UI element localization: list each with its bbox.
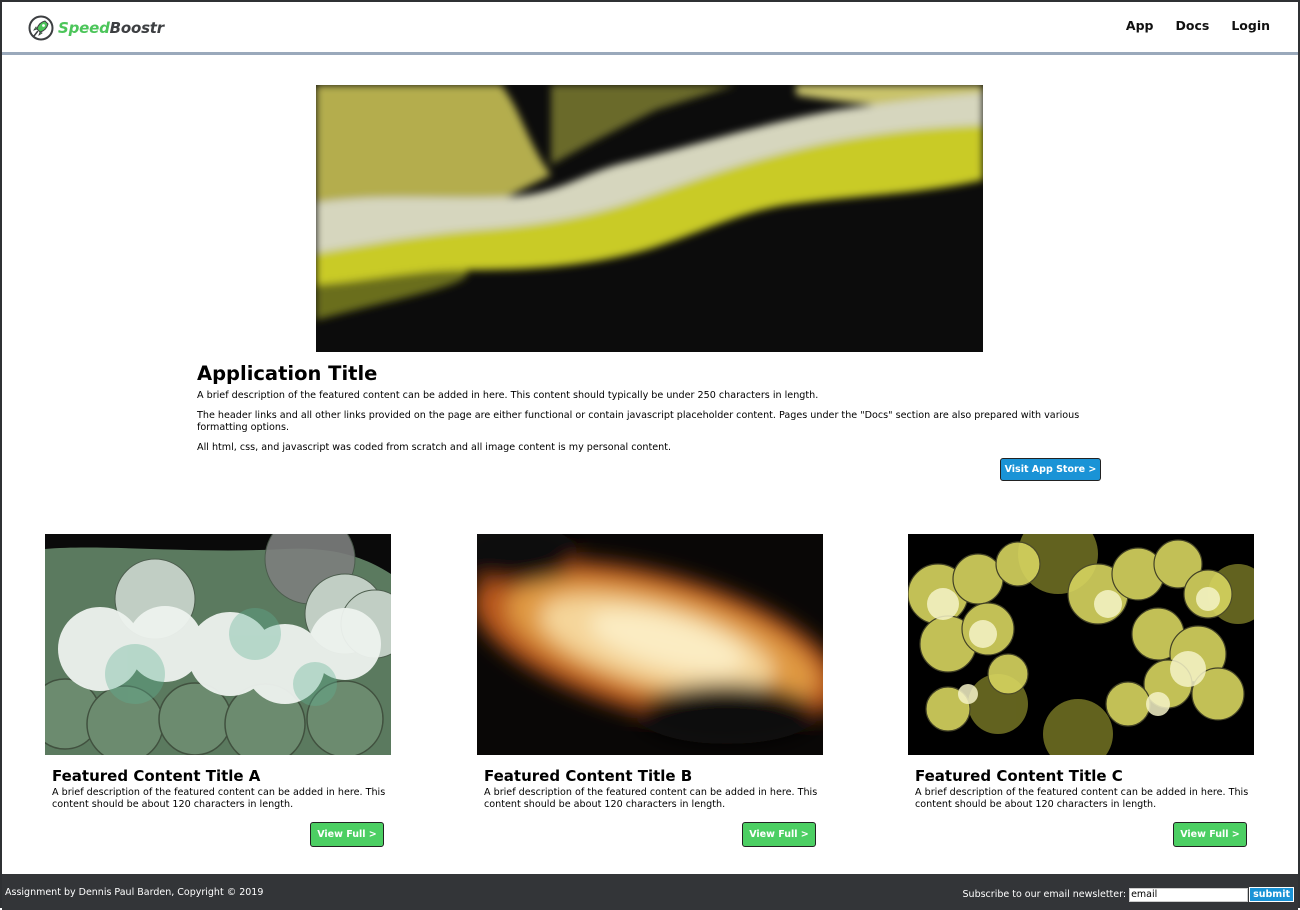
submit-button[interactable]: submit [1249, 887, 1294, 902]
view-full-button-a[interactable]: View Full > [310, 822, 384, 847]
feature-image-c [908, 534, 1254, 755]
feature-image-a [45, 534, 391, 755]
feature-card-b: Featured Content Title B A brief descrip… [477, 534, 823, 847]
feature-card-c: Featured Content Title C A brief descrip… [908, 534, 1254, 847]
hero-description-1: A brief description of the featured cont… [197, 390, 819, 401]
feature-card-a: Featured Content Title A A brief descrip… [45, 534, 391, 847]
feature-title-b: Featured Content Title B [484, 767, 693, 785]
page-title: Application Title [197, 362, 378, 385]
logo[interactable]: SpeedBoostr [28, 14, 164, 42]
rocket-icon [28, 15, 54, 41]
page: SpeedBoostr App Docs Login Application T… [2, 2, 1298, 910]
brand-name: SpeedBoostr [58, 19, 164, 37]
hero-description-2: The header links and all other links pro… [197, 410, 1080, 433]
main-nav: App Docs Login [1104, 18, 1270, 33]
hero-content: Application Title A brief description of… [197, 362, 1102, 462]
brand-name-part2: Boostr [109, 19, 165, 37]
hero-description-3: All html, css, and javascript was coded … [197, 442, 672, 453]
feature-title-c: Featured Content Title C [915, 767, 1123, 785]
brand-name-part1: Speed [58, 19, 110, 37]
email-field[interactable] [1129, 887, 1249, 902]
feature-description-c: A brief description of the featured cont… [915, 787, 1249, 810]
feature-title-a: Featured Content Title A [52, 767, 261, 785]
feature-image-b [477, 534, 823, 755]
hero-image [316, 85, 983, 352]
copyright-text: Assignment by Dennis Paul Barden, Copyri… [5, 887, 264, 898]
newsletter-form: Subscribe to our email newsletter: submi… [963, 887, 1294, 902]
nav-link-docs[interactable]: Docs [1175, 18, 1209, 33]
site-header: SpeedBoostr App Docs Login [2, 2, 1298, 55]
newsletter-label: Subscribe to our email newsletter: [962, 889, 1127, 900]
nav-link-login[interactable]: Login [1231, 18, 1270, 33]
feature-description-b: A brief description of the featured cont… [484, 787, 818, 810]
site-footer: Assignment by Dennis Paul Barden, Copyri… [2, 874, 1298, 910]
feature-description-a: A brief description of the featured cont… [52, 787, 386, 810]
view-full-button-b[interactable]: View Full > [742, 822, 816, 847]
view-full-button-c[interactable]: View Full > [1173, 822, 1247, 847]
visit-app-store-button[interactable]: Visit App Store > [1000, 458, 1101, 481]
nav-link-app[interactable]: App [1126, 18, 1154, 33]
